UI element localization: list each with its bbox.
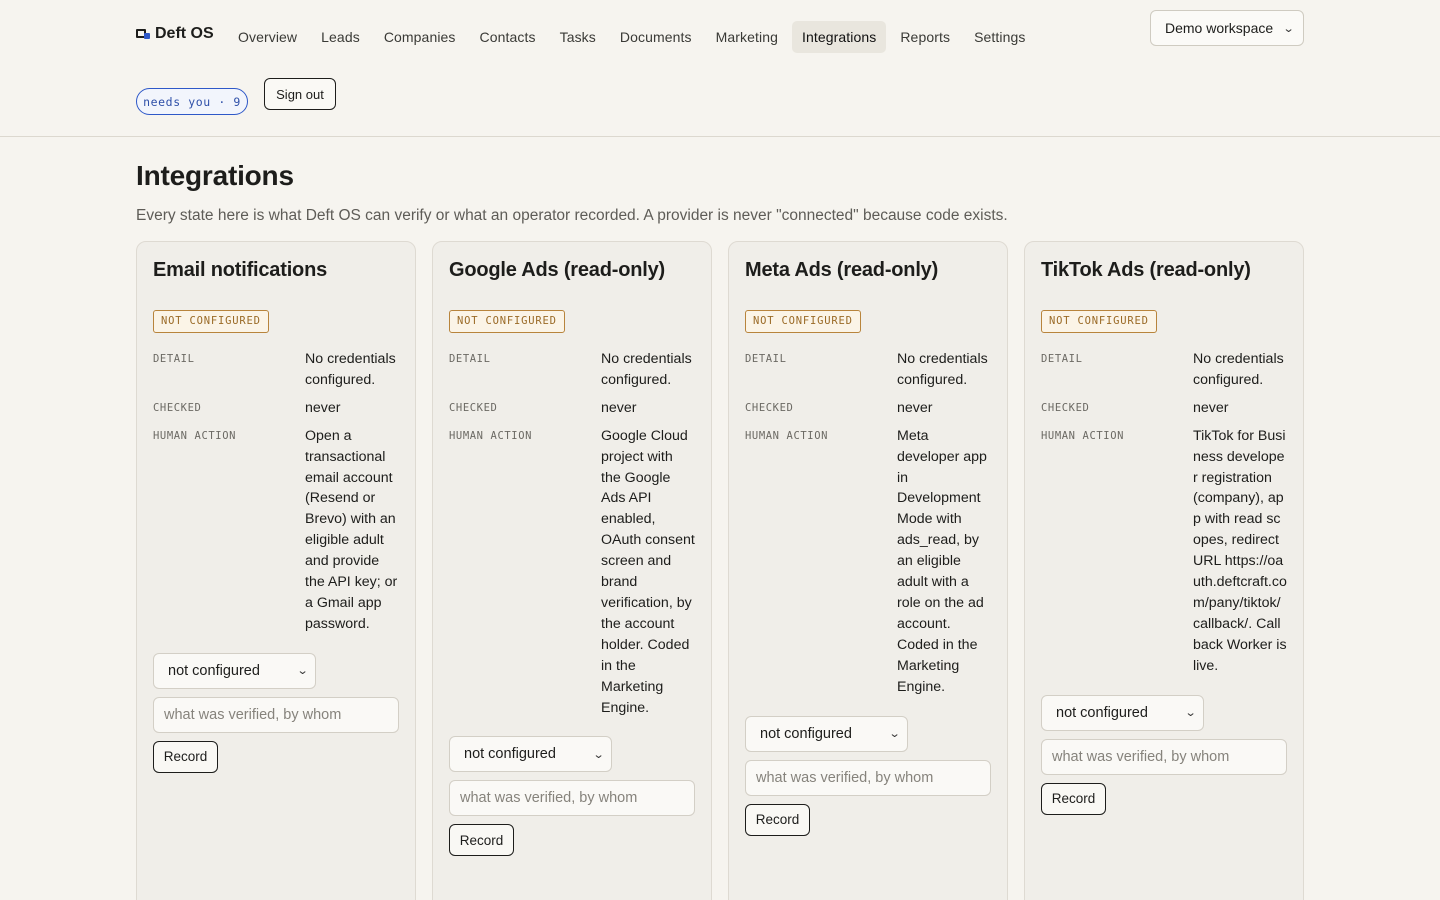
integration-card-google-ads: Google Ads (read-only) NOT CONFIGURED DE… [432, 241, 712, 900]
checked-value: never [897, 399, 933, 416]
nav-item-tasks[interactable]: Tasks [550, 21, 606, 53]
detail-value: No credentials configured. [897, 351, 988, 388]
nav-item-documents[interactable]: Documents [610, 21, 702, 53]
nav-item-companies[interactable]: Companies [374, 21, 466, 53]
status-badge: NOT CONFIGURED [153, 310, 269, 333]
state-select-value: not configured [760, 725, 852, 742]
detail-value: No credentials configured. [305, 351, 396, 388]
nav-item-integrations[interactable]: Integrations [791, 20, 887, 53]
state-select-value: not configured [464, 746, 556, 763]
integration-card-email: Email notifications NOT CONFIGURED DETAI… [136, 241, 416, 900]
state-select[interactable]: not configured ⌄ [449, 736, 612, 773]
checked-value: never [601, 399, 637, 416]
card-title: Google Ads (read-only) [449, 259, 665, 281]
human-action-label: HUMAN ACTION [153, 429, 237, 442]
chevron-down-icon: ⌄ [888, 728, 901, 740]
nav-item-marketing[interactable]: Marketing [706, 21, 788, 53]
card-details: DETAIL No credentials configured. CHECKED… [745, 349, 991, 698]
human-action-value: TikTok for Business developer registrati… [1193, 427, 1287, 674]
detail-label: DETAIL [449, 353, 491, 365]
chevron-down-icon: ⌄ [1184, 707, 1197, 720]
workspace-select[interactable]: Demo workspace ⌄ [1150, 10, 1304, 46]
checked-label: CHECKED [745, 401, 794, 414]
nav-item-reports[interactable]: Reports [890, 21, 960, 53]
checked-label: CHECKED [449, 401, 498, 414]
record-button[interactable]: Record [1041, 782, 1106, 815]
verification-note-input[interactable]: what was verified, by whom [449, 780, 695, 817]
main-nav: Overview Leads Companies Contacts Tasks … [228, 20, 1039, 53]
needs-you-badge[interactable]: needs you · 9 [136, 88, 248, 115]
card-title: Email notifications [153, 259, 328, 281]
page-subtitle: Every state here is what Deft OS can ver… [136, 207, 1008, 224]
integration-card-meta-ads: Meta Ads (read-only) NOT CONFIGURED DETA… [728, 241, 1008, 900]
state-select-value: not configured [1056, 704, 1148, 721]
record-button[interactable]: Record [153, 740, 218, 773]
record-button[interactable]: Record [745, 803, 810, 836]
state-select[interactable]: not configured ⌄ [1041, 694, 1204, 731]
brand-name: Deft OS [155, 25, 214, 42]
human-action-value: Open a transactional email account (Rese… [305, 427, 398, 632]
card-details: DETAIL No credentials configured. CHECKED… [1041, 349, 1287, 677]
page-title: Integrations [136, 160, 294, 191]
human-action-label: HUMAN ACTION [449, 429, 533, 442]
brand-logo[interactable]: Deft OS [136, 25, 214, 43]
nav-item-contacts[interactable]: Contacts [470, 21, 546, 53]
status-badge: NOT CONFIGURED [1041, 310, 1157, 333]
chevron-down-icon: ⌄ [592, 748, 605, 761]
human-action-label: HUMAN ACTION [745, 429, 829, 442]
state-select-value: not configured [168, 662, 260, 679]
checked-label: CHECKED [153, 401, 202, 414]
integration-card-tiktok-ads: TikTok Ads (read-only) NOT CONFIGURED DE… [1024, 241, 1304, 900]
checked-value: never [1193, 399, 1229, 416]
detail-label: DETAIL [153, 353, 195, 365]
top-bar: Deft OS Overview Leads Companies Contact… [0, 0, 1440, 137]
verification-note-input[interactable]: what was verified, by whom [153, 696, 399, 733]
verification-note-input[interactable]: what was verified, by whom [1041, 738, 1287, 775]
detail-label: DETAIL [1041, 353, 1083, 365]
checked-value: never [305, 399, 341, 416]
nav-item-settings[interactable]: Settings [964, 21, 1035, 53]
status-badge: NOT CONFIGURED [449, 310, 565, 333]
verification-note-input[interactable]: what was verified, by whom [745, 759, 991, 796]
card-title: TikTok Ads (read-only) [1041, 259, 1251, 281]
state-select[interactable]: not configured ⌄ [153, 652, 316, 689]
detail-label: DETAIL [745, 353, 787, 365]
card-details: DETAIL No credentials configured. CHECKED… [449, 349, 695, 718]
human-action-label: HUMAN ACTION [1041, 429, 1125, 442]
human-action-value: Meta developer app in Development Mode w… [897, 427, 987, 695]
checked-label: CHECKED [1041, 401, 1090, 414]
card-details: DETAIL No credentials configured. CHECKED… [153, 349, 399, 635]
chevron-down-icon: ⌄ [296, 665, 309, 678]
sign-out-button[interactable]: Sign out [264, 78, 336, 110]
deft-logo-icon [136, 28, 150, 40]
state-select[interactable]: not configured ⌄ [745, 715, 908, 752]
chevron-down-icon: ⌄ [1282, 22, 1295, 35]
detail-value: No credentials configured. [1193, 351, 1284, 388]
nav-item-overview[interactable]: Overview [228, 21, 307, 53]
card-title: Meta Ads (read-only) [745, 259, 939, 281]
detail-value: No credentials configured. [601, 351, 692, 388]
record-button[interactable]: Record [449, 824, 514, 857]
workspace-select-value: Demo workspace [1165, 20, 1274, 36]
nav-item-leads[interactable]: Leads [311, 21, 370, 53]
status-badge: NOT CONFIGURED [745, 310, 861, 333]
human-action-value: Google Cloud project with the Google Ads… [601, 427, 695, 716]
